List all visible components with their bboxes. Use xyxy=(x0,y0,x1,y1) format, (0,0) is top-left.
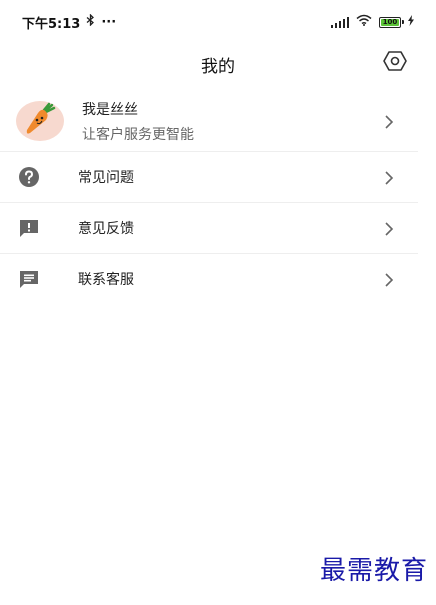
watermark: 最需教育 xyxy=(319,556,428,586)
charging-icon xyxy=(408,14,414,30)
settings-button[interactable] xyxy=(382,50,408,76)
carrot-icon xyxy=(22,102,58,140)
menu-item-label: 常见问题 xyxy=(78,170,134,186)
bluetooth-icon xyxy=(86,13,95,30)
status-time: 下午5:13 xyxy=(22,16,81,32)
profile-subtitle: 让客户服务更智能 xyxy=(82,126,194,143)
menu-item-label: 联系客服 xyxy=(78,272,134,288)
menu-item-label: 意见反馈 xyxy=(78,221,134,237)
profile-info: 我是丝丝 让客户服务更智能 xyxy=(82,99,194,144)
message-icon xyxy=(18,268,40,290)
chevron-right-icon xyxy=(384,272,394,287)
more-status-icon: ··· xyxy=(101,14,117,30)
menu-item-feedback[interactable]: 意见反馈 xyxy=(0,203,418,253)
status-bar-right: 100 xyxy=(330,14,414,30)
feedback-icon xyxy=(18,217,40,239)
chevron-right-icon xyxy=(384,221,394,236)
chevron-right-icon xyxy=(384,170,394,185)
wifi-icon xyxy=(356,14,372,30)
status-bar-left: 下午5:13 ··· xyxy=(22,13,116,32)
profile-card[interactable]: 我是丝丝 让客户服务更智能 xyxy=(0,92,418,150)
status-bar: 下午5:13 ··· 100 xyxy=(0,0,436,44)
chevron-right-icon xyxy=(384,114,394,129)
signal-icon xyxy=(330,16,349,28)
battery-icon: 100 xyxy=(379,16,404,28)
menu-item-contact-support[interactable]: 联系客服 xyxy=(0,254,418,304)
profile-name: 我是丝丝 xyxy=(82,101,138,118)
battery-level: 100 xyxy=(382,18,398,26)
page-title: 我的 xyxy=(201,57,235,77)
page-header: 我的 xyxy=(0,44,436,82)
help-circle-icon xyxy=(18,166,40,188)
settings-hexagon-icon xyxy=(383,50,407,76)
menu-item-faq[interactable]: 常见问题 xyxy=(0,152,418,202)
avatar xyxy=(16,101,64,141)
